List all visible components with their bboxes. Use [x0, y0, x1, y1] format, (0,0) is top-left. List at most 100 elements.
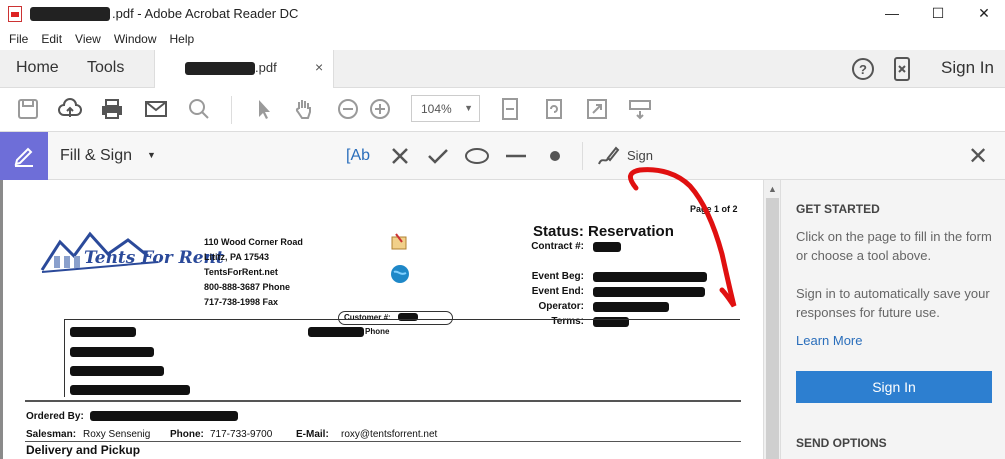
minimize-button[interactable]: —: [877, 3, 907, 23]
zoom-in-icon[interactable]: [368, 97, 392, 121]
redacted-value: [70, 327, 136, 337]
address-line: 110 Wood Corner Road: [204, 237, 303, 247]
divider: [25, 400, 741, 402]
close-window-button[interactable]: ✕: [969, 3, 999, 23]
full-screen-icon[interactable]: [585, 97, 609, 121]
read-mode-icon[interactable]: [628, 97, 652, 121]
address-line: Lititz, PA 17543: [204, 252, 270, 262]
right-pane: GET STARTED Click on the page to fill in…: [780, 180, 1005, 459]
add-text-tool[interactable]: [Ab: [346, 144, 370, 168]
zoom-out-icon[interactable]: [336, 97, 360, 121]
sign-pen-icon[interactable]: [596, 144, 622, 168]
close-tab-icon[interactable]: ×: [315, 59, 323, 75]
fill-sign-toolbar: Fill & Sign ▼ [Ab Sign ✕: [0, 132, 1005, 180]
redacted-doc-name: [185, 62, 255, 75]
page-number: Page 1 of 2: [690, 204, 738, 214]
menu-file[interactable]: File: [9, 28, 28, 50]
redacted-value: [90, 411, 238, 421]
vertical-scrollbar[interactable]: ▲: [763, 180, 780, 459]
toolbar-divider: [231, 96, 232, 124]
salesman-name: Roxy Sensenig: [83, 429, 151, 440]
globe-icon: [391, 265, 409, 283]
company-name: Tents For Rent: [84, 248, 224, 268]
sign-tool-label[interactable]: Sign: [627, 148, 653, 163]
event-end-label: Event End:: [531, 286, 584, 297]
menu-bar: File Edit View Window Help: [0, 28, 1005, 50]
contract-label: Contract #:: [531, 241, 584, 252]
dot-tool-icon[interactable]: [545, 144, 565, 168]
fit-page-icon[interactable]: [498, 97, 522, 121]
mobile-link-icon[interactable]: [892, 56, 912, 82]
cross-mark-tool-icon[interactable]: [388, 144, 412, 168]
menu-edit[interactable]: Edit: [41, 28, 62, 50]
checkmark-tool-icon[interactable]: [426, 144, 450, 168]
note-pin-icon: [391, 233, 407, 250]
help-icon[interactable]: ?: [851, 57, 875, 81]
pdf-page[interactable]: Page 1 of 2 Tents For Rent 110 Wood Corn…: [8, 180, 760, 459]
line-tool-icon[interactable]: [504, 144, 528, 168]
close-fill-sign-icon[interactable]: ✕: [968, 142, 988, 171]
zoom-level-select[interactable]: 104% ▼: [411, 95, 480, 122]
ordered-by-label: Ordered By:: [26, 411, 84, 422]
redacted-value: [593, 242, 621, 252]
hand-tool-icon[interactable]: [292, 97, 316, 121]
save-icon[interactable]: [16, 97, 40, 121]
scroll-thumb[interactable]: [766, 198, 779, 459]
redacted-value: [593, 302, 669, 312]
event-beg-label: Event Beg:: [531, 271, 584, 282]
reservation-status: Status: Reservation: [533, 223, 674, 240]
redacted-value: [308, 327, 364, 337]
email-value: roxy@tentsforrent.net: [341, 429, 438, 440]
menu-window[interactable]: Window: [114, 28, 157, 50]
signin-info-text: Sign in to automatically save your respo…: [796, 286, 990, 320]
sign-in-link[interactable]: Sign In: [941, 50, 994, 88]
redacted-value: [593, 287, 705, 297]
fill-sign-pen-icon[interactable]: [0, 132, 48, 180]
window-title: .pdf - Adobe Acrobat Reader DC: [112, 6, 299, 21]
zoom-value: 104%: [421, 102, 452, 116]
learn-more-link[interactable]: Learn More: [796, 333, 862, 348]
rotate-page-icon[interactable]: [542, 97, 566, 121]
divider: [25, 441, 741, 442]
redacted-value: [593, 272, 707, 282]
main-toolbar: [0, 88, 1005, 132]
scroll-up-icon[interactable]: ▲: [768, 184, 777, 194]
chevron-down-icon: ▼: [147, 150, 156, 160]
ellipse-tool-icon[interactable]: [464, 144, 490, 168]
address-line: TentsForRent.net: [204, 267, 278, 277]
redacted-value: [70, 366, 164, 376]
send-options-heading: SEND OPTIONS: [796, 436, 887, 450]
email-label: E-Mail:: [296, 429, 329, 440]
redacted-value: [70, 347, 154, 357]
cloud-upload-icon[interactable]: [58, 97, 82, 121]
panel-edge: [0, 180, 3, 459]
svg-text:?: ?: [859, 62, 867, 77]
email-icon[interactable]: [144, 97, 168, 121]
toolbar-divider: [582, 142, 583, 170]
redacted-value: [70, 385, 190, 395]
pdf-file-icon: [8, 6, 22, 22]
sign-in-button[interactable]: Sign In: [796, 371, 992, 403]
text-tool-label: Ab: [350, 147, 371, 164]
intro-text: Click on the page to fill in the form or…: [796, 229, 992, 263]
select-pointer-icon[interactable]: [252, 97, 276, 121]
doc-tab-label: .pdf: [255, 60, 277, 75]
tab-tools[interactable]: Tools: [87, 50, 124, 88]
menu-view[interactable]: View: [75, 28, 101, 50]
chevron-down-icon: ▼: [464, 103, 473, 113]
print-icon[interactable]: [100, 97, 124, 121]
get-started-heading: GET STARTED: [796, 202, 880, 216]
title-bar: .pdf - Adobe Acrobat Reader DC — ☐ ✕: [0, 0, 1005, 28]
maximize-button[interactable]: ☐: [923, 3, 953, 23]
address-line: 800-888-3687 Phone: [204, 282, 291, 292]
phone-value: 717-733-9700: [210, 429, 273, 440]
section-heading: Delivery and Pickup: [26, 443, 141, 457]
search-icon[interactable]: [187, 97, 211, 121]
operator-label: Operator:: [538, 301, 584, 312]
tab-document[interactable]: .pdf ×: [154, 50, 334, 89]
menu-help[interactable]: Help: [170, 28, 195, 50]
address-line: 717-738-1998 Fax: [204, 297, 279, 307]
tab-bar: Home Tools .pdf × ? Sign In: [0, 50, 1005, 89]
fill-sign-menu[interactable]: Fill & Sign: [60, 147, 132, 165]
tab-home[interactable]: Home: [16, 50, 59, 88]
